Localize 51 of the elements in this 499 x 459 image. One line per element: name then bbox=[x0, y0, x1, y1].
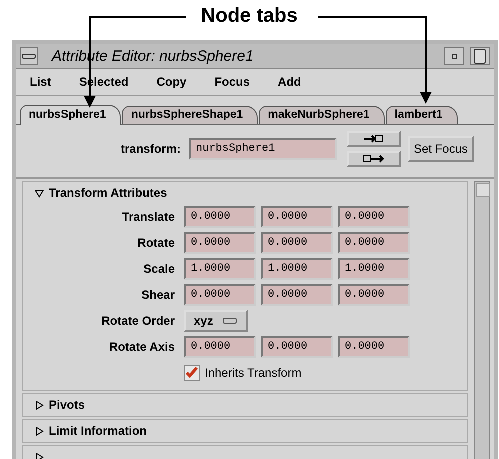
value-field[interactable]: 0.0000 bbox=[338, 336, 410, 358]
value-field[interactable]: 0.0000 bbox=[184, 206, 256, 228]
menu-item[interactable]: Add bbox=[278, 75, 302, 89]
expanded-triangle-icon[interactable] bbox=[35, 188, 44, 198]
value-field[interactable]: 0.0000 bbox=[184, 336, 256, 358]
collapsed-triangle-icon[interactable] bbox=[35, 400, 44, 410]
value-field[interactable]: 0.0000 bbox=[261, 336, 333, 358]
option-menu[interactable]: xyz bbox=[184, 310, 248, 332]
callout-label: Node tabs bbox=[201, 4, 298, 28]
section-title[interactable]: Limit Information bbox=[49, 424, 147, 438]
value-field[interactable]: 0.0000 bbox=[338, 206, 410, 228]
value-field[interactable]: 0.0000 bbox=[261, 284, 333, 306]
value-field[interactable]: 1.0000 bbox=[338, 258, 410, 280]
attribute-label: Translate bbox=[121, 210, 176, 224]
node-tab[interactable]: lambert1 bbox=[386, 106, 458, 124]
set-focus-button[interactable]: Set Focus bbox=[408, 136, 474, 162]
attribute-label: Rotate bbox=[136, 236, 176, 250]
transform-field[interactable]: nurbsSphere1 bbox=[189, 138, 337, 160]
menu-item[interactable]: List bbox=[30, 75, 52, 89]
attribute-label: Rotate Order bbox=[100, 314, 176, 328]
value-field[interactable]: 0.0000 bbox=[184, 284, 256, 306]
value-field[interactable]: 1.0000 bbox=[261, 258, 333, 280]
value-field[interactable]: 0.0000 bbox=[338, 284, 410, 306]
node-tab[interactable]: makeNurbSphere1 bbox=[259, 106, 385, 124]
attribute-label: Shear bbox=[140, 288, 176, 302]
section-title[interactable]: Pivots bbox=[49, 398, 86, 412]
menu-item[interactable]: Focus bbox=[214, 75, 250, 89]
checkbox[interactable] bbox=[184, 365, 200, 381]
value-field[interactable]: 0.0000 bbox=[261, 232, 333, 254]
section-title[interactable]: Transform Attributes bbox=[49, 186, 168, 200]
arrow-into-box-icon bbox=[363, 135, 385, 143]
window-menu-button[interactable] bbox=[20, 47, 38, 65]
arrow-out-box-button[interactable] bbox=[347, 151, 401, 167]
value-field[interactable]: 0.0000 bbox=[261, 206, 333, 228]
node-tab[interactable]: nurbsSphere1 bbox=[20, 105, 122, 125]
collapsed-triangle-icon[interactable] bbox=[35, 452, 44, 459]
checkbox-label: Inherits Transform bbox=[205, 366, 302, 380]
value-field[interactable]: 0.0000 bbox=[184, 232, 256, 254]
attribute-label: Scale bbox=[142, 262, 176, 276]
scrollbar[interactable] bbox=[474, 181, 490, 459]
menu-item[interactable]: Copy bbox=[156, 75, 187, 89]
collapsed-triangle-icon[interactable] bbox=[35, 426, 44, 436]
arrow-into-box-button[interactable] bbox=[347, 131, 401, 147]
attribute-label: Rotate Axis bbox=[108, 340, 176, 354]
node-tab[interactable]: nurbsSphereShape1 bbox=[122, 106, 258, 124]
value-field[interactable]: 1.0000 bbox=[184, 258, 256, 280]
field-label: transform: bbox=[120, 142, 182, 156]
arrow-out-box-icon bbox=[363, 155, 385, 163]
maximize-button[interactable] bbox=[470, 47, 490, 65]
minimize-button[interactable] bbox=[444, 47, 464, 65]
value-field[interactable]: 0.0000 bbox=[338, 232, 410, 254]
